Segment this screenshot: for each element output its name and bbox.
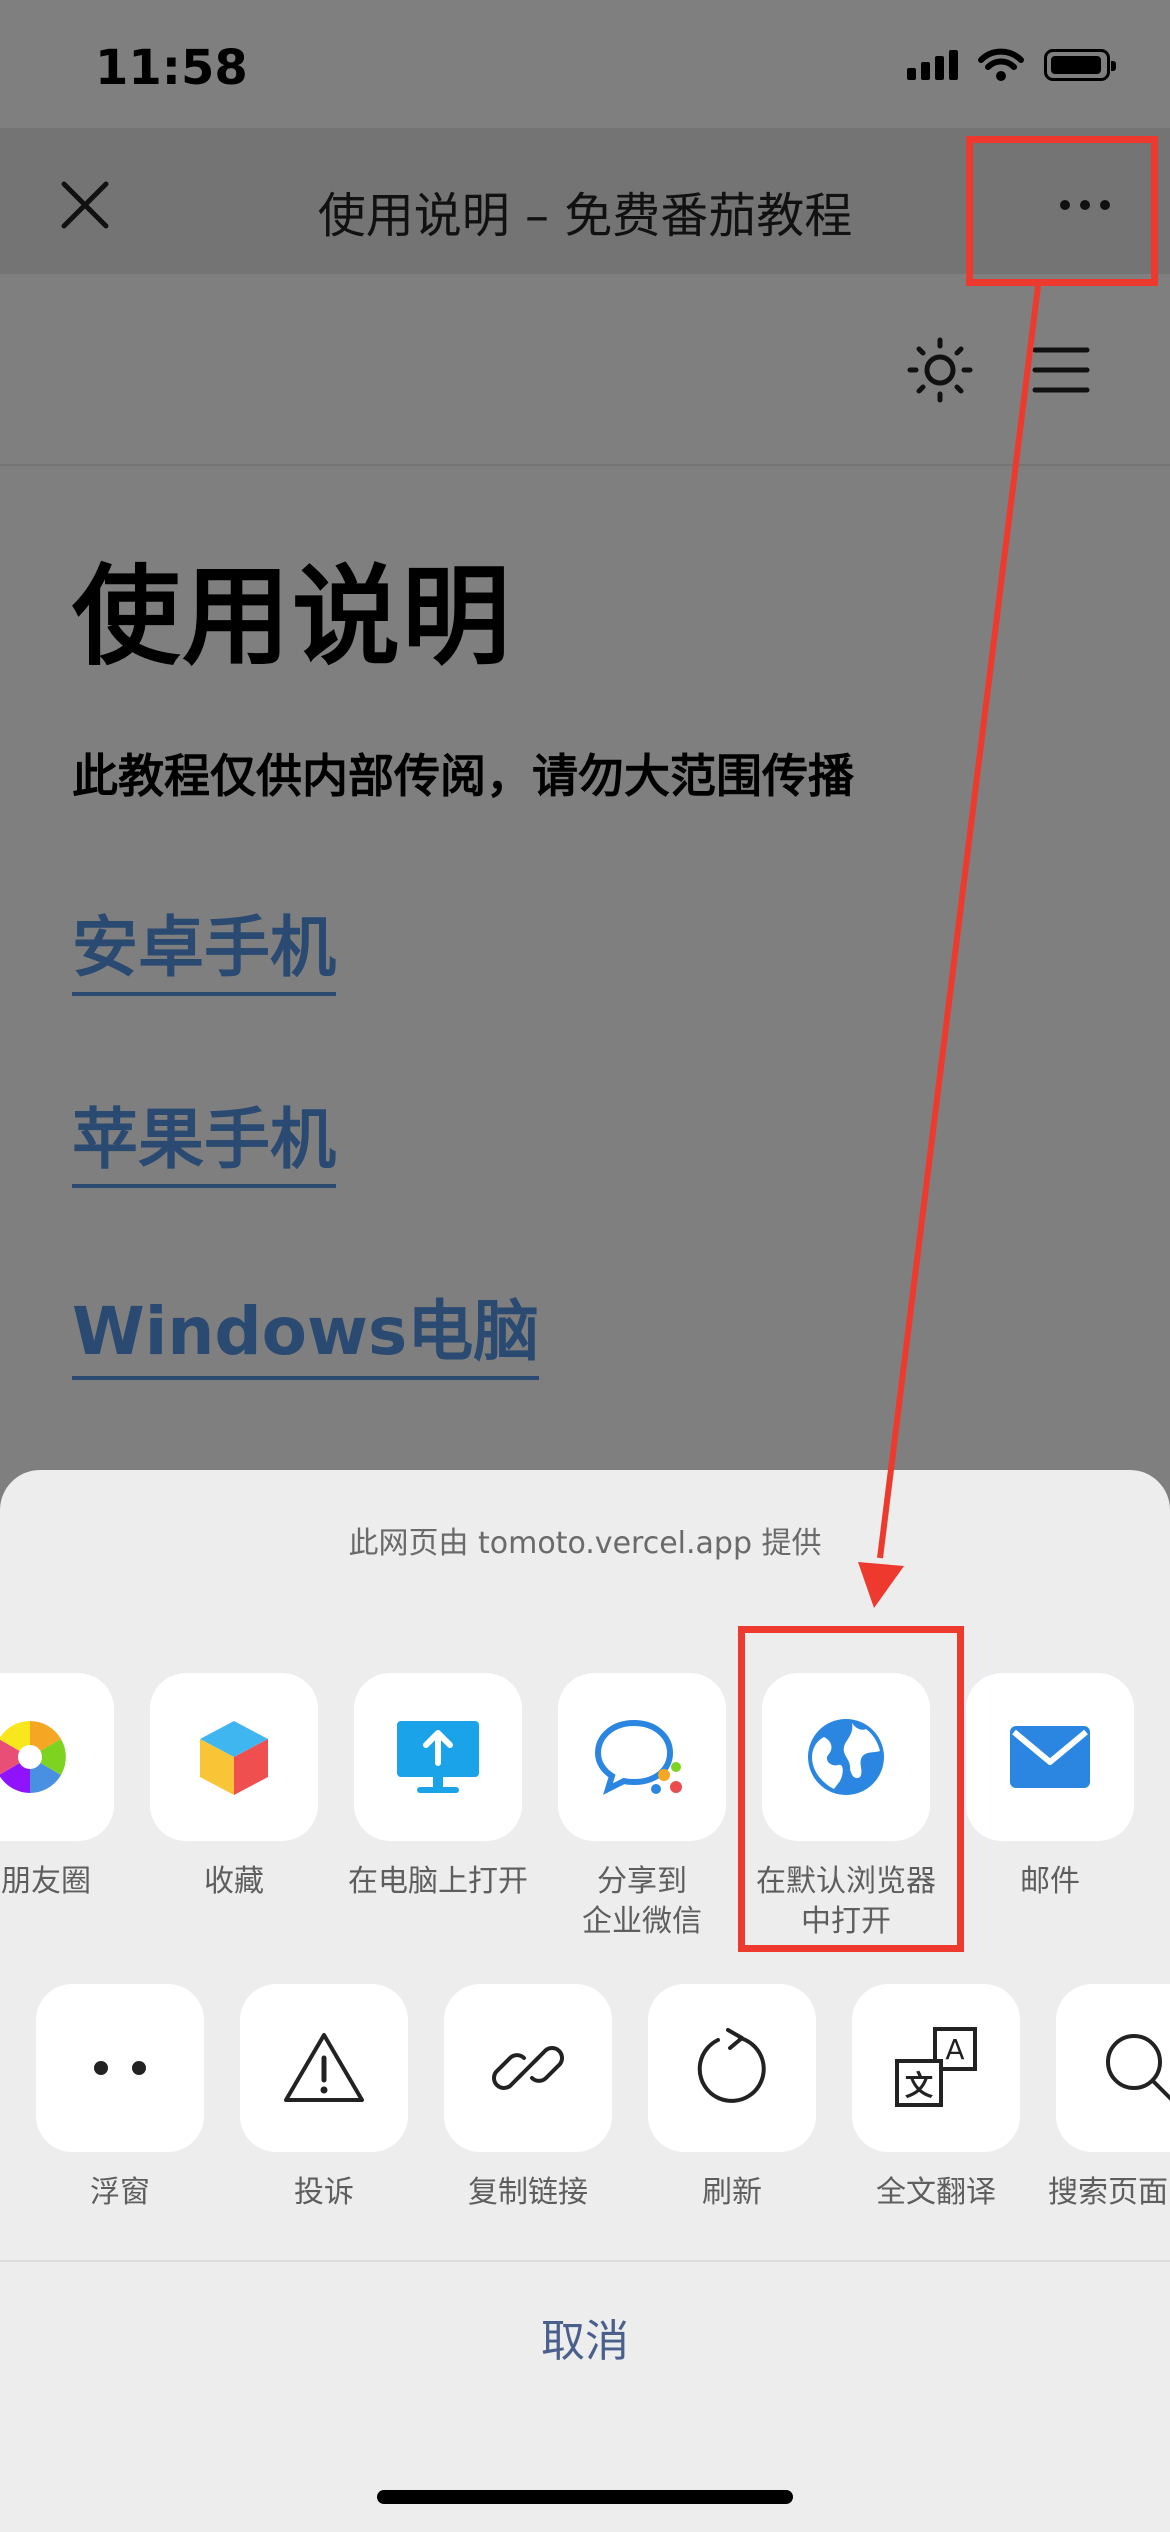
annotation-arrow bbox=[858, 285, 1041, 1608]
